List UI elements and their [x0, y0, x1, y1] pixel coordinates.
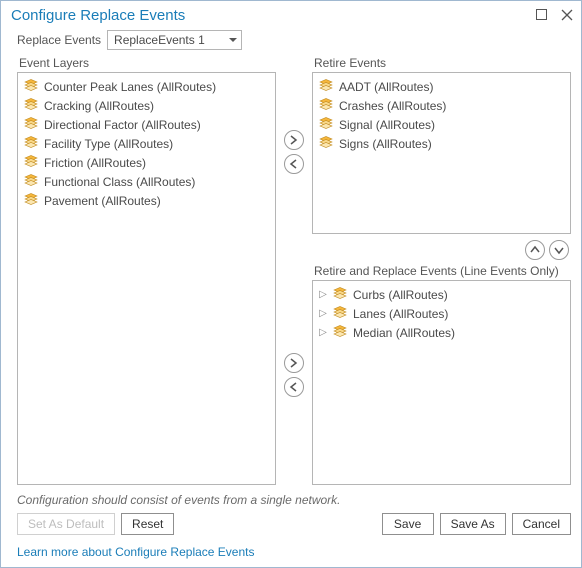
move-left-button-2[interactable] — [284, 377, 304, 397]
list-item[interactable]: Signs (AllRoutes) — [317, 134, 566, 153]
item-label: Signs (AllRoutes) — [339, 137, 432, 151]
layer-icon — [319, 117, 333, 132]
layer-icon — [24, 98, 38, 113]
move-down-button[interactable] — [549, 240, 569, 260]
window-controls — [536, 9, 573, 23]
window-title: Configure Replace Events — [11, 7, 185, 24]
layer-icon — [319, 79, 333, 94]
retire-events-list[interactable]: AADT (AllRoutes) Crashes (AllRoutes) Signa… — [312, 72, 571, 234]
chevron-down-icon — [229, 38, 237, 42]
left-column: Event Layers Counter Peak Lanes (AllRout… — [17, 56, 276, 485]
maximize-button[interactable] — [536, 9, 547, 22]
move-up-button[interactable] — [525, 240, 545, 260]
save-button[interactable]: Save — [382, 513, 434, 535]
list-item[interactable]: Crashes (AllRoutes) — [317, 96, 566, 115]
item-label: Crashes (AllRoutes) — [339, 99, 446, 113]
config-hint: Configuration should consist of events f… — [1, 489, 581, 513]
item-label: Counter Peak Lanes (AllRoutes) — [44, 80, 216, 94]
list-item[interactable]: ▷ Median (AllRoutes) — [317, 323, 566, 342]
save-as-button[interactable]: Save As — [440, 513, 506, 535]
learn-more-link[interactable]: Learn more about Configure Replace Event… — [1, 541, 581, 567]
item-label: Cracking (AllRoutes) — [44, 99, 154, 113]
item-label: Facility Type (AllRoutes) — [44, 137, 173, 151]
item-label: Signal (AllRoutes) — [339, 118, 435, 132]
transfer-button-column — [282, 56, 306, 485]
list-item[interactable]: Facility Type (AllRoutes) — [22, 134, 271, 153]
footer-buttons: Set As Default Reset Save Save As Cancel — [1, 513, 581, 541]
retire-events-label: Retire Events — [314, 56, 571, 70]
reset-button[interactable]: Reset — [121, 513, 174, 535]
updown-buttons — [312, 234, 571, 264]
window-root: Configure Replace Events Replace Events … — [0, 0, 582, 568]
selector-label: Replace Events — [17, 33, 101, 47]
retire-replace-list[interactable]: ▷ Curbs (AllRoutes) ▷ Lanes (AllRoutes) ▷ Med… — [312, 280, 571, 485]
item-label: Lanes (AllRoutes) — [353, 307, 448, 321]
item-label: Directional Factor (AllRoutes) — [44, 118, 201, 132]
dropdown-value: ReplaceEvents 1 — [114, 33, 205, 47]
layer-icon — [333, 287, 347, 302]
list-item[interactable]: Directional Factor (AllRoutes) — [22, 115, 271, 134]
move-right-button-2[interactable] — [284, 353, 304, 373]
list-item[interactable]: Counter Peak Lanes (AllRoutes) — [22, 77, 271, 96]
list-item[interactable]: Friction (AllRoutes) — [22, 153, 271, 172]
titlebar: Configure Replace Events — [1, 1, 581, 26]
list-item[interactable]: ▷ Lanes (AllRoutes) — [317, 304, 566, 323]
layer-icon — [24, 136, 38, 151]
selector-row: Replace Events ReplaceEvents 1 — [1, 26, 581, 56]
layer-icon — [333, 325, 347, 340]
list-item[interactable]: ▷ Curbs (AllRoutes) — [317, 285, 566, 304]
item-label: AADT (AllRoutes) — [339, 80, 433, 94]
cancel-button[interactable]: Cancel — [512, 513, 571, 535]
list-item[interactable]: Pavement (AllRoutes) — [22, 191, 271, 210]
move-right-button[interactable] — [284, 130, 304, 150]
expand-icon[interactable]: ▷ — [319, 289, 327, 300]
item-label: Pavement (AllRoutes) — [44, 194, 161, 208]
right-column: Retire Events AADT (AllRoutes) Crashes (A… — [312, 56, 571, 485]
layer-icon — [319, 136, 333, 151]
layer-icon — [24, 174, 38, 189]
replace-events-dropdown[interactable]: ReplaceEvents 1 — [107, 30, 242, 50]
close-button[interactable] — [561, 9, 573, 23]
item-label: Curbs (AllRoutes) — [353, 288, 448, 302]
event-layers-list[interactable]: Counter Peak Lanes (AllRoutes) Cracking (… — [17, 72, 276, 485]
content-area: Event Layers Counter Peak Lanes (AllRout… — [1, 56, 581, 489]
layer-icon — [24, 193, 38, 208]
item-label: Friction (AllRoutes) — [44, 156, 146, 170]
list-item[interactable]: Functional Class (AllRoutes) — [22, 172, 271, 191]
layer-icon — [24, 155, 38, 170]
event-layers-label: Event Layers — [19, 56, 276, 70]
list-item[interactable]: Cracking (AllRoutes) — [22, 96, 271, 115]
layer-icon — [24, 79, 38, 94]
expand-icon[interactable]: ▷ — [319, 327, 327, 338]
expand-icon[interactable]: ▷ — [319, 308, 327, 319]
list-item[interactable]: Signal (AllRoutes) — [317, 115, 566, 134]
list-item[interactable]: AADT (AllRoutes) — [317, 77, 566, 96]
move-left-button[interactable] — [284, 154, 304, 174]
retire-replace-label: Retire and Replace Events (Line Events O… — [314, 264, 571, 278]
layer-icon — [319, 98, 333, 113]
item-label: Median (AllRoutes) — [353, 326, 455, 340]
layer-icon — [24, 117, 38, 132]
layer-icon — [333, 306, 347, 321]
set-default-button: Set As Default — [17, 513, 115, 535]
item-label: Functional Class (AllRoutes) — [44, 175, 195, 189]
